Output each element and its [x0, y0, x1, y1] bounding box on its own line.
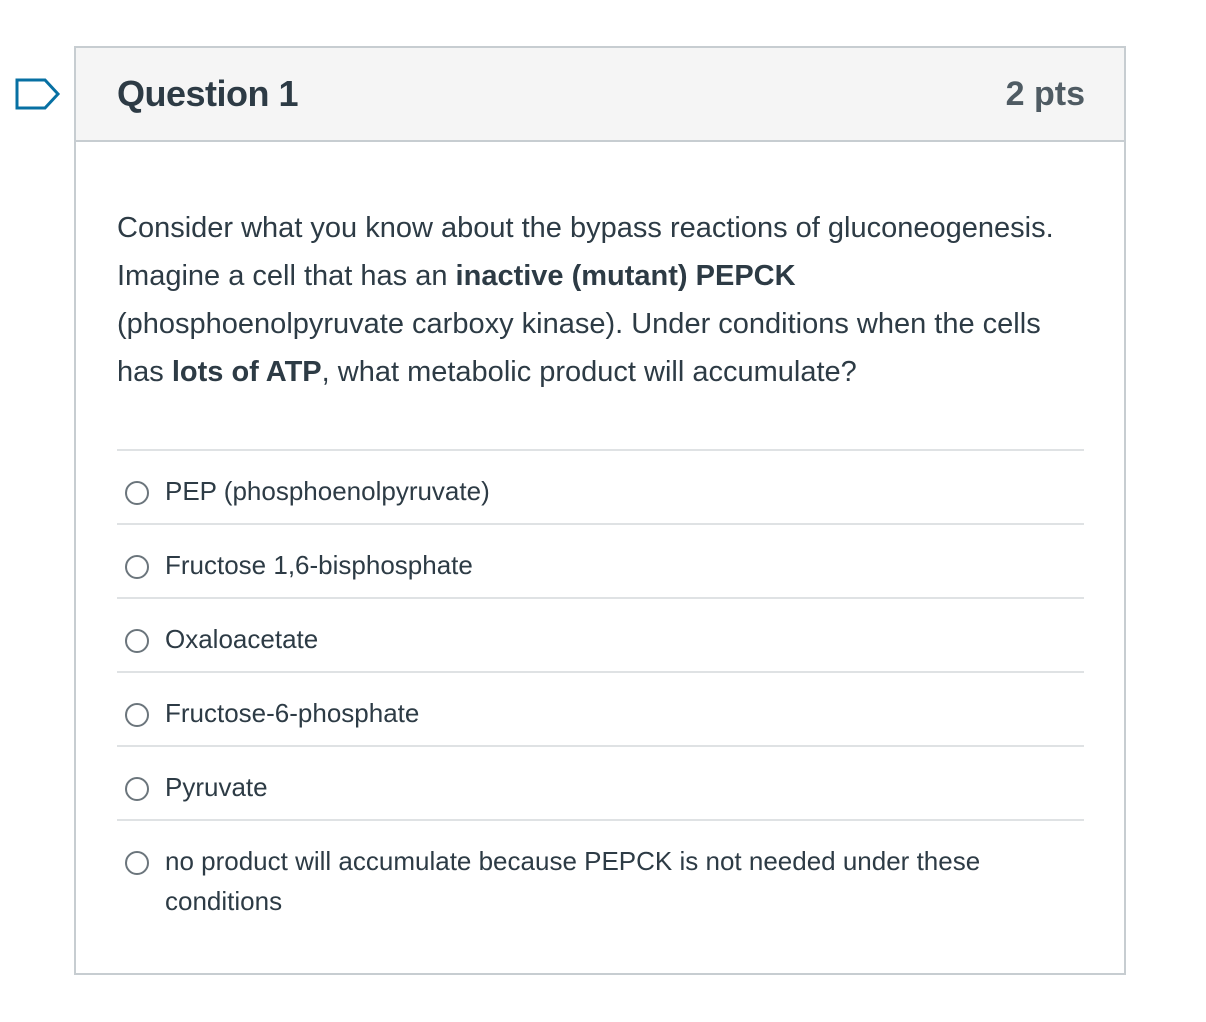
radio-button[interactable] [125, 777, 149, 801]
answer-label[interactable]: Pyruvate [165, 767, 1045, 807]
answer-label[interactable]: Fructose 1,6-bisphosphate [165, 545, 1045, 585]
radio-button[interactable] [125, 851, 149, 875]
question-text: Consider what you know about the bypass … [117, 204, 1087, 396]
answer-label[interactable]: Oxaloacetate [165, 619, 1045, 659]
flag-question-icon[interactable] [14, 77, 62, 111]
answer-option[interactable]: PEP (phosphoenolpyruvate) [117, 451, 1084, 525]
answer-option[interactable]: no product will accumulate because PEPCK… [117, 821, 1084, 921]
question-text-part: , what metabolic product will accumulate… [321, 356, 857, 388]
radio-button[interactable] [125, 629, 149, 653]
question-card: Question 1 2 pts Consider what you know … [74, 46, 1126, 975]
question-body: Consider what you know about the bypass … [76, 204, 1124, 921]
answer-label[interactable]: PEP (phosphoenolpyruvate) [165, 471, 1045, 511]
radio-button[interactable] [125, 703, 149, 727]
question-text-emphasis: inactive (mutant) PEPCK [455, 260, 796, 292]
answer-option[interactable]: Pyruvate [117, 747, 1084, 821]
answer-list: PEP (phosphoenolpyruvate) Fructose 1,6-b… [117, 449, 1084, 921]
answer-label[interactable]: no product will accumulate because PEPCK… [165, 841, 1045, 921]
answer-label[interactable]: Fructose-6-phosphate [165, 693, 1045, 733]
radio-button[interactable] [125, 481, 149, 505]
question-title: Question 1 [117, 73, 299, 114]
question-header: Question 1 2 pts [76, 48, 1124, 142]
answer-option[interactable]: Fructose-6-phosphate [117, 673, 1084, 747]
question-points: 2 pts [1005, 74, 1085, 113]
question-text-emphasis: lots of ATP [171, 356, 322, 388]
radio-button[interactable] [125, 555, 149, 579]
answer-option[interactable]: Oxaloacetate [117, 599, 1084, 673]
answer-option[interactable]: Fructose 1,6-bisphosphate [117, 525, 1084, 599]
